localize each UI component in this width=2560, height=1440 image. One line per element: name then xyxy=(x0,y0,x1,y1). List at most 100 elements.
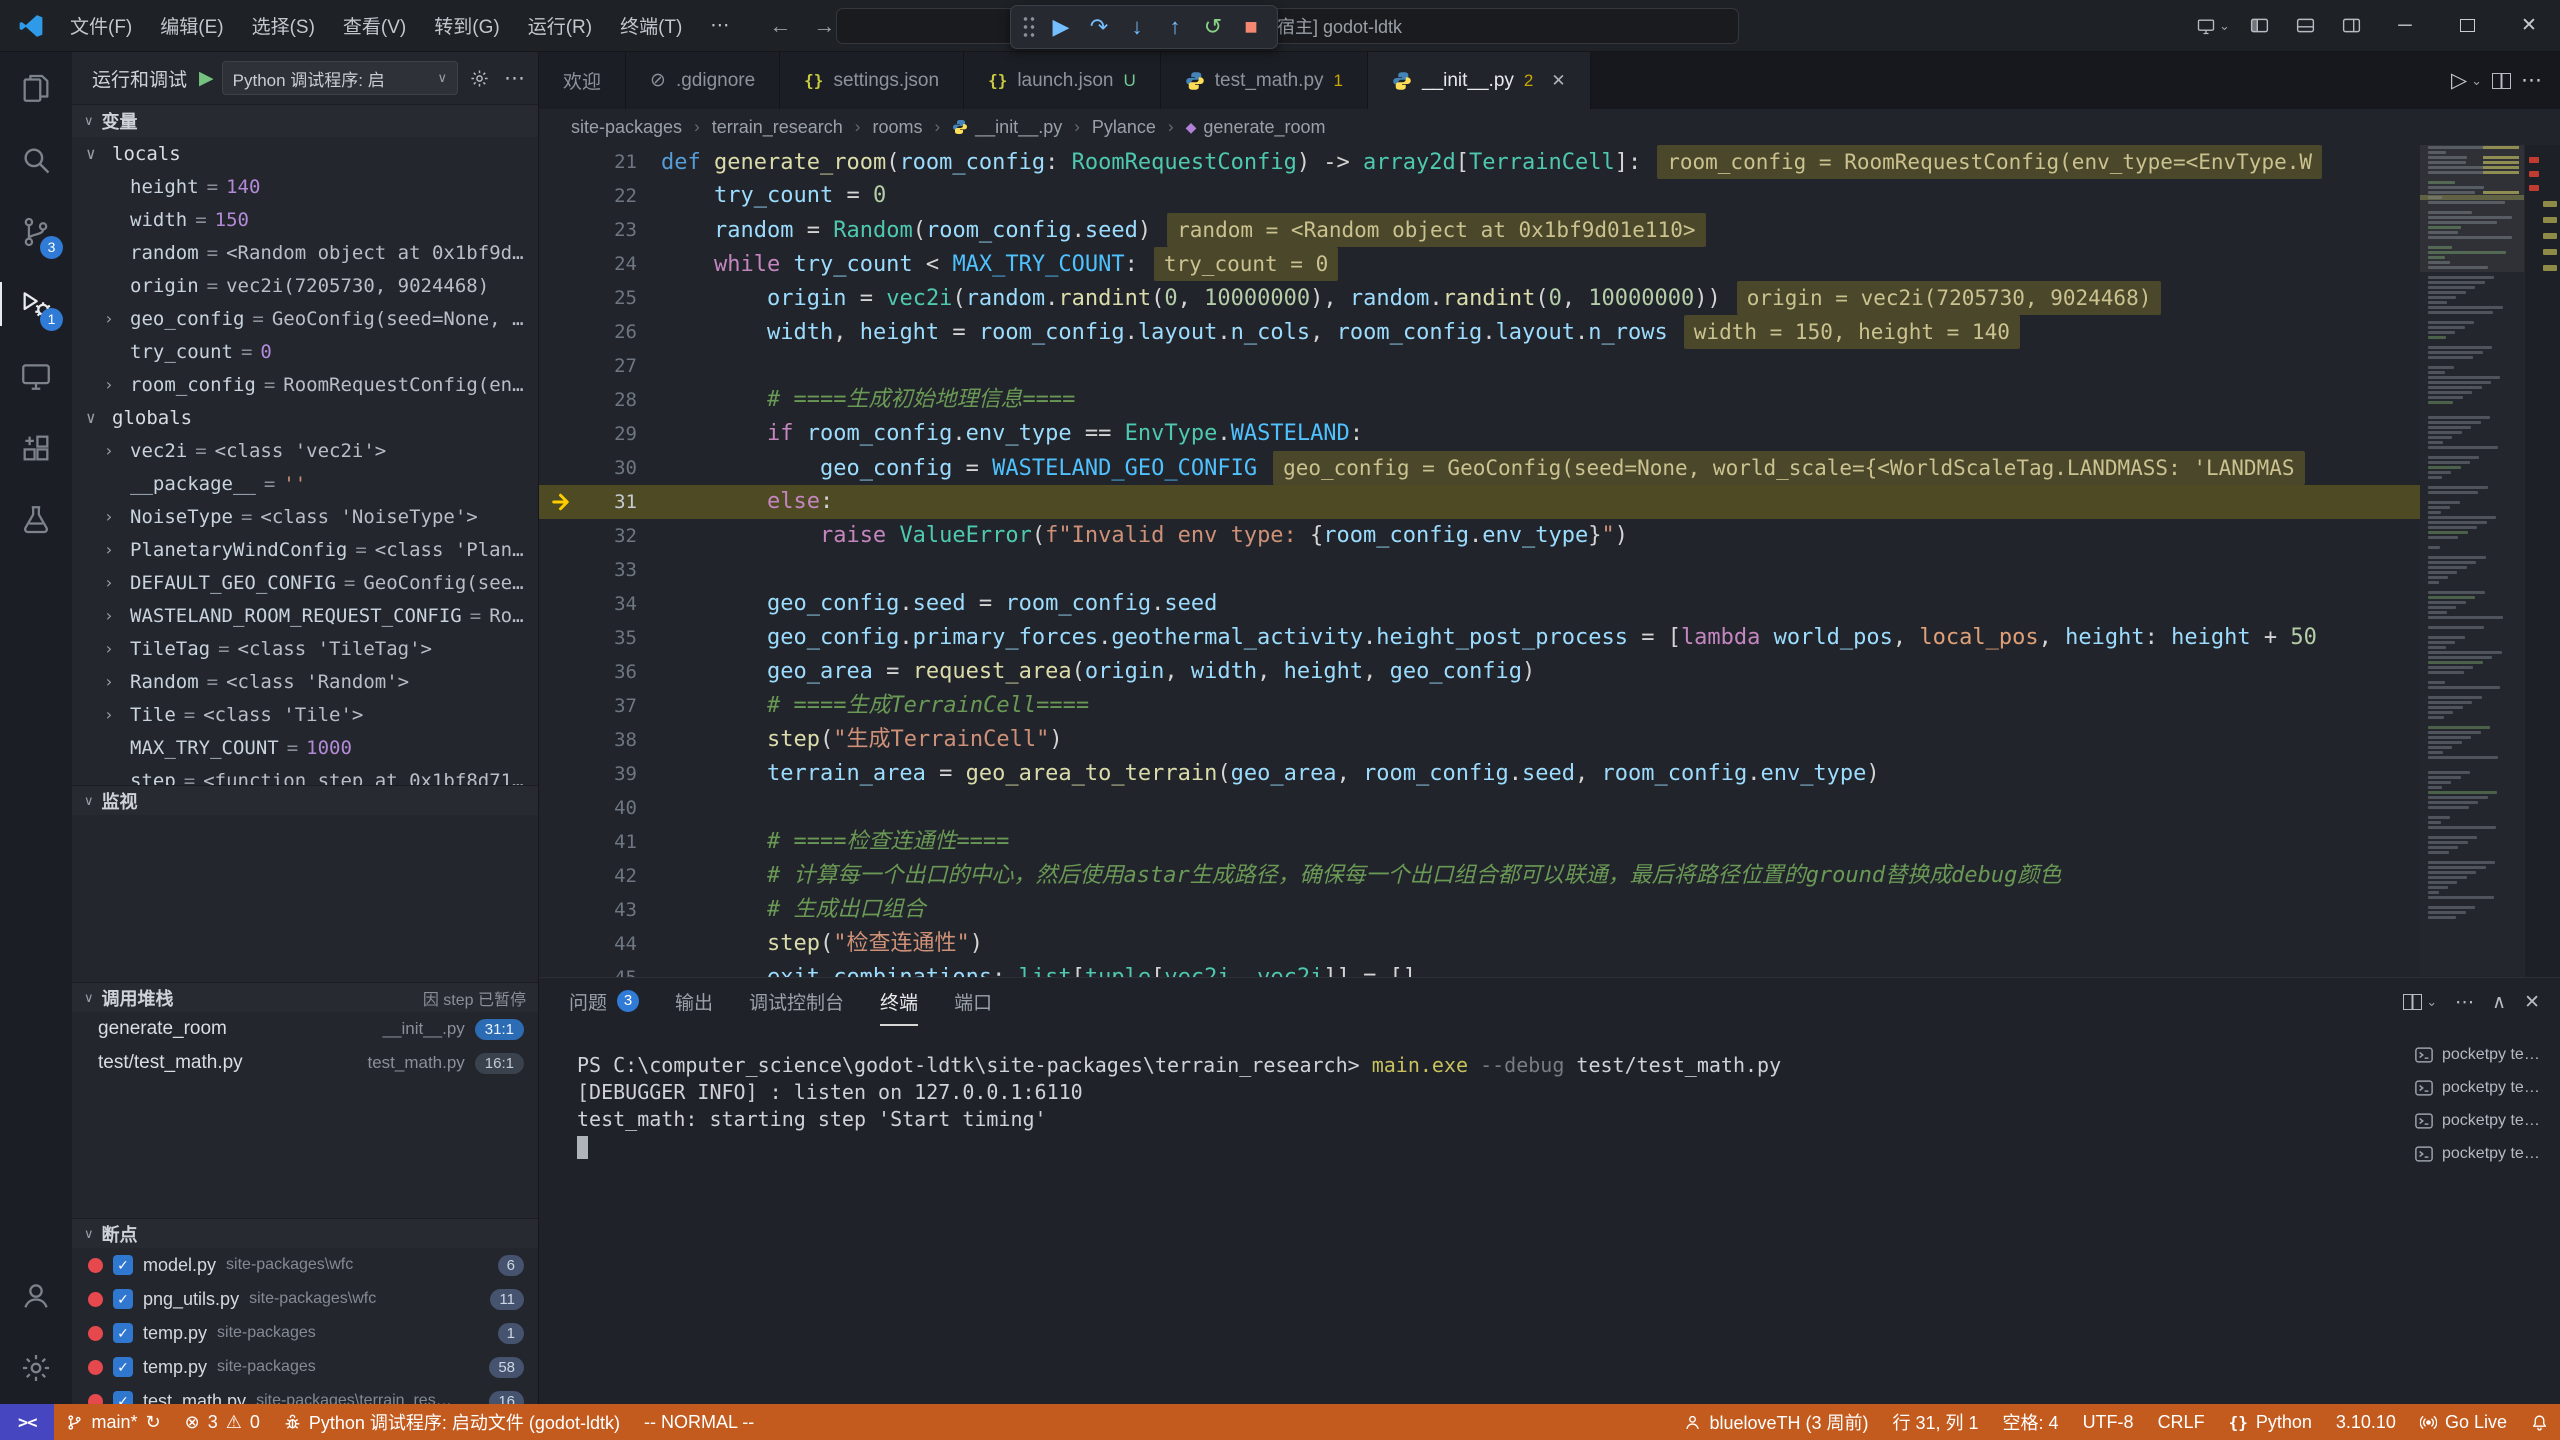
activity-settings-gear-icon[interactable] xyxy=(0,1332,72,1404)
code-line-32[interactable]: 32 raise ValueError(f"Invalid env type: … xyxy=(539,519,2420,553)
code-line-38[interactable]: 38 step("生成TerrainCell") xyxy=(539,723,2420,757)
code-line-22[interactable]: 22 try_count = 0 xyxy=(539,179,2420,213)
status-branch[interactable]: main*↻ xyxy=(54,1404,172,1440)
breakpoints-section-header[interactable]: ∨ 断点 xyxy=(72,1218,538,1248)
terminal-output[interactable]: PS C:\computer_science\godot-ldtk\site-p… xyxy=(539,1026,2410,1404)
debug-config-dropdown[interactable]: Python 调试程序: 启 ∨ xyxy=(222,61,458,95)
debug-start-icon[interactable]: ▶ xyxy=(199,67,214,90)
breakpoint-row-model.py[interactable]: ✓model.pysite-packages\wfc6 xyxy=(72,1248,538,1282)
continue-icon[interactable]: ▶ xyxy=(1043,9,1079,45)
status-go-live[interactable]: Go Live xyxy=(2408,1404,2519,1440)
maximize-button[interactable] xyxy=(2436,0,2498,52)
variable-row-DEFAULT_GEO_CONFIG[interactable]: ›DEFAULT_GEO_CONFIG=GeoConfig(seed=1… xyxy=(72,566,538,599)
variable-row-geo_config[interactable]: ›geo_config=GeoConfig(seed=None, wor… xyxy=(72,302,538,335)
minimize-button[interactable]: ─ xyxy=(2374,0,2436,52)
code-line-30[interactable]: 30 geo_config = WASTELAND_GEO_CONFIGgeo_… xyxy=(539,451,2420,485)
code-line-24[interactable]: 24 while try_count < MAX_TRY_COUNT:try_c… xyxy=(539,247,2420,281)
breakpoint-row-test_math.py[interactable]: ✓test_math.pysite-packages\terrain_res…1… xyxy=(72,1384,538,1404)
breadcrumb-rooms[interactable]: rooms xyxy=(872,117,922,138)
remote-window-icon[interactable]: ⌄ xyxy=(2190,0,2236,52)
forward-arrow-icon[interactable]: → xyxy=(813,13,835,39)
activity-search-icon[interactable] xyxy=(0,124,72,196)
code-line-44[interactable]: 44 step("检查连通性") xyxy=(539,927,2420,961)
terminal-list-item[interactable]: pocketpy te… xyxy=(2414,1071,2552,1104)
code-line-37[interactable]: 37 # ====生成TerrainCell==== xyxy=(539,689,2420,723)
toggle-panel-icon[interactable] xyxy=(2282,0,2328,52)
code-line-34[interactable]: 34 geo_config.seed = room_config.seed xyxy=(539,587,2420,621)
step-into-icon[interactable]: ↓ xyxy=(1119,9,1155,45)
variable-row-step[interactable]: step=<function step at 0x1bf8d716d… xyxy=(72,764,538,785)
overview-ruler[interactable] xyxy=(2524,145,2560,977)
step-over-icon[interactable]: ↷ xyxy=(1081,9,1117,45)
code-line-25[interactable]: 25 origin = vec2i(random.randint(0, 1000… xyxy=(539,281,2420,315)
terminal-list-item[interactable]: pocketpy te… xyxy=(2414,1104,2552,1137)
menu-item-查看(V)[interactable]: 查看(V) xyxy=(329,0,420,52)
variable-row-try_count[interactable]: try_count=0 xyxy=(72,335,538,368)
code-line-45[interactable]: 45 exit_combinations: list[tuple[vec2i, … xyxy=(539,961,2420,977)
variables-section-header[interactable]: ∨ 变量 xyxy=(72,104,538,137)
menu-item-运行(R)[interactable]: 运行(R) xyxy=(514,0,606,52)
close-panel-icon[interactable]: ✕ xyxy=(2524,991,2540,1014)
variable-row-TileTag[interactable]: ›TileTag=<class 'TileTag'> xyxy=(72,632,538,665)
more-actions-icon[interactable]: ⋯ xyxy=(501,66,528,91)
variable-row-locals[interactable]: ∨locals xyxy=(72,137,538,170)
back-arrow-icon[interactable]: ← xyxy=(769,13,791,39)
breakpoint-checkbox[interactable]: ✓ xyxy=(113,1357,133,1377)
code-line-31[interactable]: 31 else: xyxy=(539,485,2420,519)
variable-row-NoiseType[interactable]: ›NoiseType=<class 'NoiseType'> xyxy=(72,500,538,533)
menu-item-选择(S)[interactable]: 选择(S) xyxy=(238,0,329,52)
status-problems[interactable]: ⊗3⚠0 xyxy=(173,1404,272,1440)
code-line-23[interactable]: 23 random = Random(room_config.seed)rand… xyxy=(539,213,2420,247)
code-line-36[interactable]: 36 geo_area = request_area(origin, width… xyxy=(539,655,2420,689)
variable-row-vec2i[interactable]: ›vec2i=<class 'vec2i'> xyxy=(72,434,538,467)
menu-item-⋯[interactable]: ⋯ xyxy=(696,0,743,52)
activity-remote-explorer-icon[interactable] xyxy=(0,340,72,412)
activity-explorer-icon[interactable] xyxy=(0,52,72,124)
command-center[interactable]: [远程开发宿主] godot-ldtk xyxy=(836,8,1739,44)
activity-source-control-icon[interactable]: 3 xyxy=(0,196,72,268)
variable-row-Tile[interactable]: ›Tile=<class 'Tile'> xyxy=(72,698,538,731)
panel-tab-问题[interactable]: 问题3 xyxy=(569,978,639,1026)
code-editor[interactable]: 21def generate_room(room_config: RoomReq… xyxy=(539,145,2560,977)
toggle-secondary-sidebar-icon[interactable] xyxy=(2328,0,2374,52)
menu-item-编辑(E)[interactable]: 编辑(E) xyxy=(146,0,237,52)
status-git-blame[interactable]: blueloveTH (3 周前) xyxy=(1672,1404,1880,1440)
step-out-icon[interactable]: ↑ xyxy=(1157,9,1193,45)
breadcrumb-terrain_research[interactable]: terrain_research xyxy=(712,117,843,138)
more-actions-icon[interactable]: ⋯ xyxy=(2455,991,2474,1014)
panel-tab-调试控制台[interactable]: 调试控制台 xyxy=(749,978,844,1026)
breakpoint-checkbox[interactable]: ✓ xyxy=(113,1391,133,1404)
status-python-version[interactable]: 3.10.10 xyxy=(2324,1404,2408,1440)
callstack-frame-test/test_math.py[interactable]: test/test_math.pytest_math.py16:1 xyxy=(72,1046,538,1080)
breadcrumb-generate_room[interactable]: ◆generate_room xyxy=(1186,117,1326,138)
activity-accounts-icon[interactable] xyxy=(0,1260,72,1332)
activity-run-debug-icon[interactable]: 1 xyxy=(0,268,72,340)
menu-item-终端(T)[interactable]: 终端(T) xyxy=(606,0,696,52)
menu-item-文件(F)[interactable]: 文件(F) xyxy=(56,0,146,52)
variable-row-width[interactable]: width=150 xyxy=(72,203,538,236)
code-line-35[interactable]: 35 geo_config.primary_forces.geothermal_… xyxy=(539,621,2420,655)
variable-row-WASTELAND_ROOM_REQUEST_CONFIG[interactable]: ›WASTELAND_ROOM_REQUEST_CONFIG=RoomR… xyxy=(72,599,538,632)
variable-row-MAX_TRY_COUNT[interactable]: MAX_TRY_COUNT=1000 xyxy=(72,731,538,764)
minimap-viewport[interactable] xyxy=(2420,145,2524,272)
tab-欢迎[interactable]: 欢迎 xyxy=(539,52,626,109)
activity-extensions-icon[interactable] xyxy=(0,412,72,484)
status-notifications[interactable] xyxy=(2519,1404,2560,1440)
status-indentation[interactable]: 空格: 4 xyxy=(1991,1404,2071,1440)
tab-__init__.py[interactable]: __init__.py2✕ xyxy=(1368,52,1591,109)
breadcrumb-site-packages[interactable]: site-packages xyxy=(571,117,682,138)
code-line-29[interactable]: 29 if room_config.env_type == EnvType.WA… xyxy=(539,417,2420,451)
close-button[interactable]: ✕ xyxy=(2498,0,2560,52)
status-cursor-position[interactable]: 行 31, 列 1 xyxy=(1881,1404,1991,1440)
stop-icon[interactable]: ■ xyxy=(1233,9,1269,45)
breakpoint-row-temp.py[interactable]: ✓temp.pysite-packages58 xyxy=(72,1350,538,1384)
breadcrumb-__init__.py[interactable]: __init__.py xyxy=(952,117,1062,138)
variable-row-origin[interactable]: origin=vec2i(7205730, 9024468) xyxy=(72,269,538,302)
code-line-39[interactable]: 39 terrain_area = geo_area_to_terrain(ge… xyxy=(539,757,2420,791)
status-encoding[interactable]: UTF-8 xyxy=(2071,1404,2146,1440)
variable-row-Random[interactable]: ›Random=<class 'Random'> xyxy=(72,665,538,698)
variable-row-height[interactable]: height=140 xyxy=(72,170,538,203)
code-line-42[interactable]: 42 # 计算每一个出口的中心，然后使用astar生成路径，确保每一个出口组合都… xyxy=(539,859,2420,893)
breakpoint-row-temp.py[interactable]: ✓temp.pysite-packages1 xyxy=(72,1316,538,1350)
status-language[interactable]: {}Python xyxy=(2217,1404,2324,1440)
